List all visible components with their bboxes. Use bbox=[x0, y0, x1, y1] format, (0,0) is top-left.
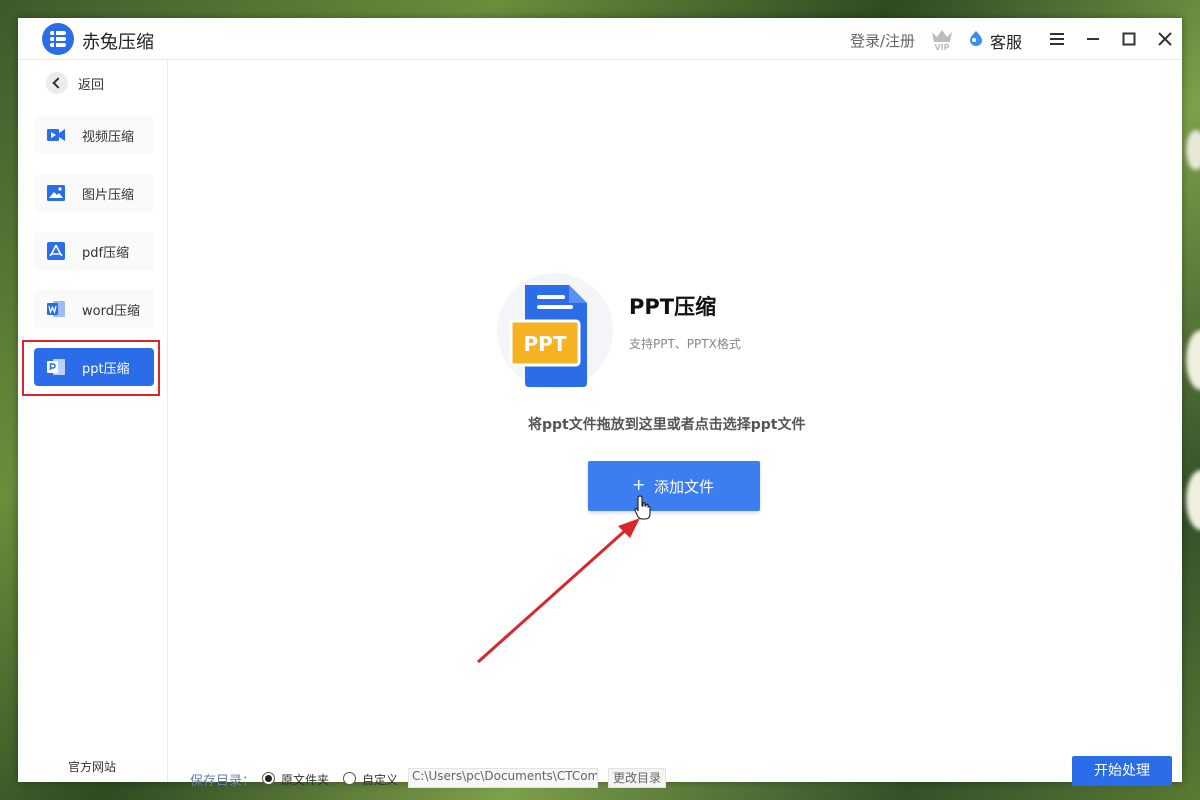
sidebar-item-label: word压缩 bbox=[82, 304, 140, 319]
annotation-highlight-box bbox=[22, 340, 160, 396]
sidebar-item-pdf[interactable]: pdf压缩 bbox=[34, 232, 154, 270]
feature-title: PPT压缩 bbox=[629, 295, 717, 319]
menu-icon[interactable] bbox=[1047, 29, 1067, 49]
radio-custom-folder-label: 自定义 bbox=[362, 773, 399, 787]
maximize-icon[interactable] bbox=[1119, 29, 1139, 49]
background-flower bbox=[1186, 470, 1200, 530]
background-flower bbox=[1186, 130, 1200, 170]
radio-original-folder[interactable] bbox=[262, 772, 275, 785]
save-directory-label: 保存目录： bbox=[190, 774, 256, 789]
radio-custom-folder[interactable] bbox=[343, 772, 356, 785]
annotation-arrow bbox=[477, 518, 640, 664]
minimize-icon[interactable] bbox=[1083, 29, 1103, 49]
close-icon[interactable] bbox=[1155, 29, 1175, 49]
drop-zone-hint: 将ppt文件拖放到这里或者点击选择ppt文件 bbox=[528, 417, 806, 433]
video-icon bbox=[47, 129, 65, 141]
background-flower bbox=[1186, 330, 1200, 390]
sidebar: 返回 视频压缩 图片压缩 pdf压缩 word压缩 ppt压缩 官方网站 bbox=[18, 60, 168, 782]
vip-crown-icon[interactable]: VIP bbox=[929, 26, 955, 52]
start-processing-button[interactable]: 开始处理 bbox=[1072, 756, 1172, 786]
app-window: 赤兔压缩 登录/注册 VIP 客服 返回 视频压缩 图片压缩 pdf压缩 wor… bbox=[18, 18, 1182, 789]
vip-label: VIP bbox=[934, 43, 949, 52]
title-bar: 赤兔压缩 登录/注册 VIP 客服 bbox=[18, 18, 1182, 60]
image-icon bbox=[47, 185, 65, 201]
word-icon bbox=[47, 301, 65, 317]
change-directory-button[interactable]: 更改目录 bbox=[608, 768, 666, 788]
back-chevron-icon bbox=[46, 72, 68, 94]
sidebar-item-label: 视频压缩 bbox=[82, 130, 135, 145]
add-file-label: 添加文件 bbox=[654, 478, 715, 496]
customer-service-icon[interactable] bbox=[969, 30, 983, 46]
back-label: 返回 bbox=[78, 78, 105, 93]
feature-subtitle: 支持PPT、PPTX格式 bbox=[629, 337, 741, 351]
app-title: 赤兔压缩 bbox=[82, 32, 154, 53]
hand-cursor-icon bbox=[634, 495, 651, 520]
radio-original-folder-label: 原文件夹 bbox=[281, 773, 330, 787]
main-content: PPT PPT压缩 支持PPT、PPTX格式 将ppt文件拖放到这里或者点击选择… bbox=[168, 60, 1182, 789]
sidebar-item-label: pdf压缩 bbox=[82, 246, 130, 261]
sidebar-item-video[interactable]: 视频压缩 bbox=[34, 116, 154, 154]
customer-service-button[interactable]: 客服 bbox=[990, 29, 1022, 53]
pdf-icon bbox=[47, 242, 65, 260]
sidebar-item-image[interactable]: 图片压缩 bbox=[34, 174, 154, 212]
login-register-link[interactable]: 登录/注册 bbox=[850, 30, 915, 51]
sidebar-item-word[interactable]: word压缩 bbox=[34, 290, 154, 328]
app-logo-icon bbox=[42, 23, 74, 55]
official-website-link[interactable]: 官方网站 bbox=[68, 758, 116, 775]
ppt-document-icon: PPT bbox=[497, 273, 613, 389]
plus-icon: + bbox=[632, 475, 646, 494]
save-path-input[interactable]: C:\Users\pc\Documents\CTCom bbox=[408, 768, 598, 788]
sidebar-item-label: 图片压缩 bbox=[82, 188, 135, 203]
ppt-graphic-label: PPT bbox=[524, 332, 567, 356]
